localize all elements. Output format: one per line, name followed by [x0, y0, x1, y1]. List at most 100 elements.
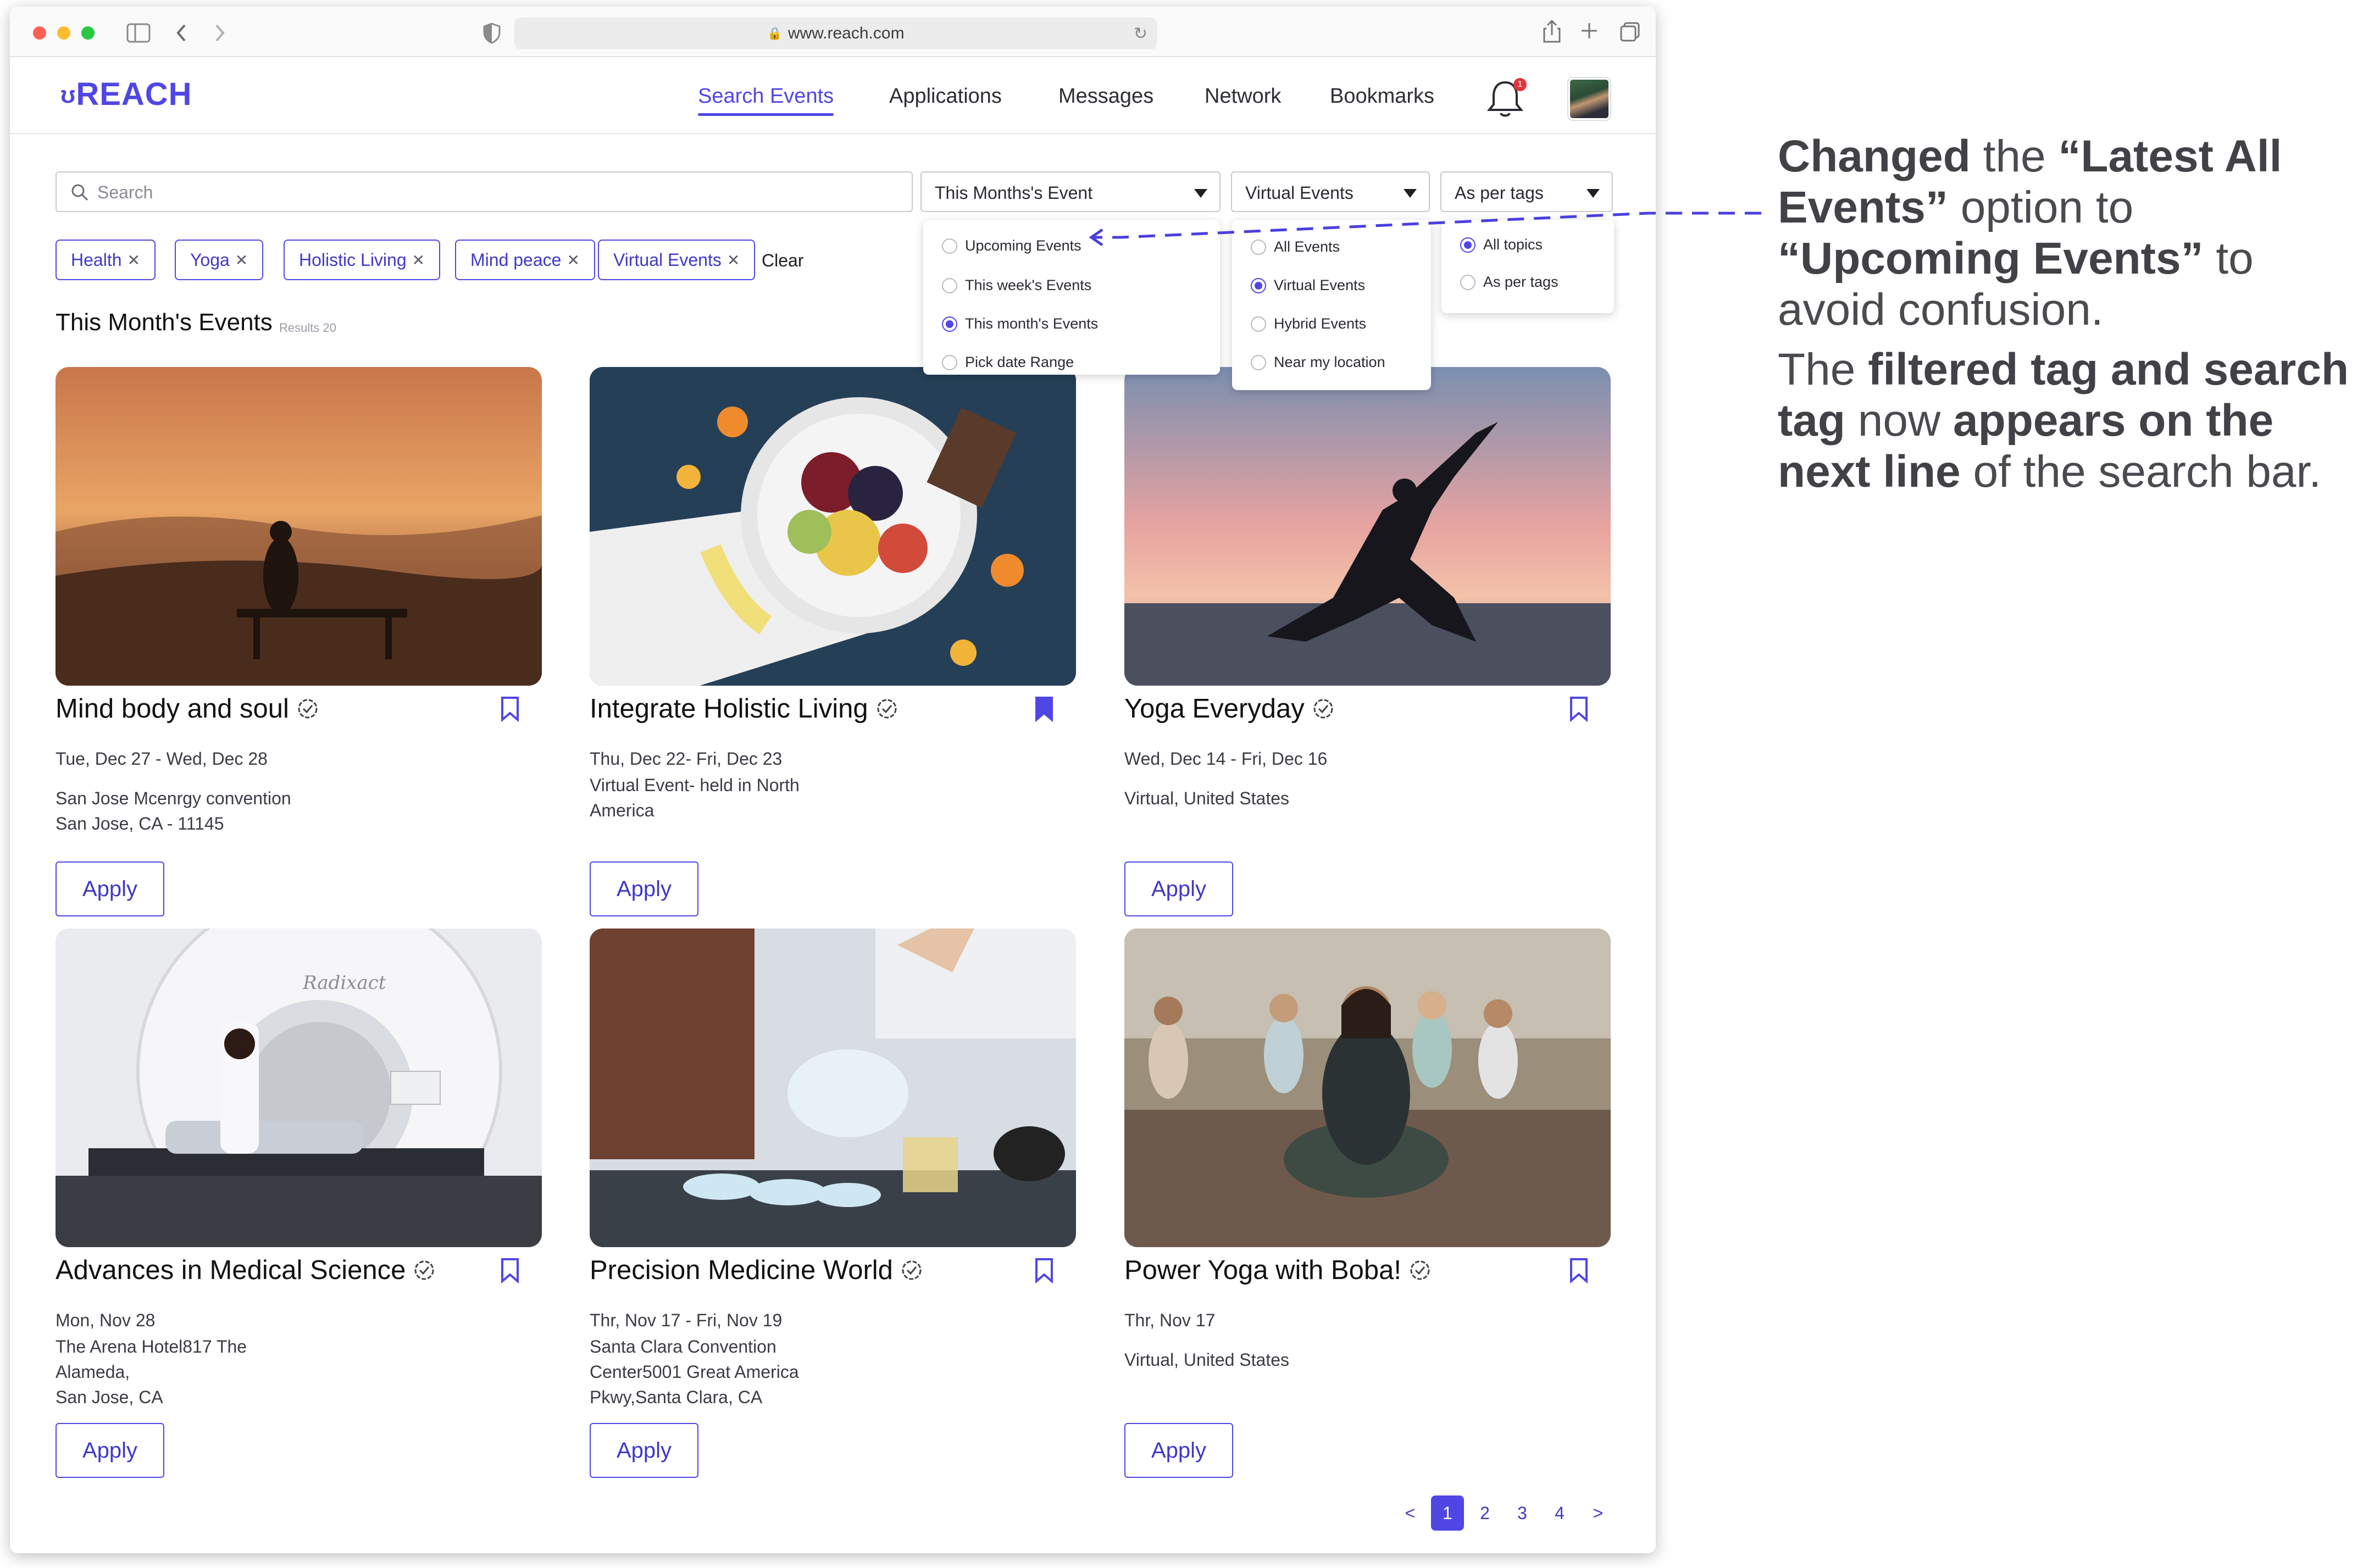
radio-button-selected[interactable]	[1251, 277, 1266, 293]
time-filter-dropdown[interactable]: This Months's Event	[920, 171, 1221, 212]
event-photo-tea-pouring[interactable]	[590, 928, 1076, 1247]
apply-button[interactable]: Apply	[590, 861, 698, 916]
radio-button-selected[interactable]	[1460, 237, 1476, 253]
bookmark-icon[interactable]	[1569, 1257, 1589, 1283]
pagination-page-4[interactable]: 4	[1543, 1495, 1576, 1531]
option-label: Pick date Range	[965, 354, 1074, 370]
event-title-text: Mind body and soul	[56, 694, 289, 724]
bookmark-icon[interactable]	[1034, 1257, 1054, 1283]
filter-tag-mind-peace[interactable]: Mind peace ✕	[455, 240, 595, 280]
apply-button[interactable]: Apply	[1124, 1423, 1233, 1478]
option-this-months-events[interactable]: This month's Events	[942, 315, 1098, 332]
reach-logo[interactable]: ʊREACH	[60, 76, 192, 113]
pagination-prev[interactable]: <	[1394, 1495, 1427, 1531]
maximize-window-button[interactable]	[81, 26, 95, 40]
event-photo-medical-scanner[interactable]: Radixact	[56, 928, 542, 1247]
nav-bookmarks[interactable]: Bookmarks	[1330, 85, 1434, 108]
privacy-shield-icon[interactable]	[482, 22, 501, 44]
nav-applications[interactable]: Applications	[889, 85, 1002, 108]
event-photo-fruit-bowl[interactable]	[590, 367, 1076, 686]
radio-button[interactable]	[942, 354, 957, 370]
event-date: Thr, Nov 17 - Fri, Nov 19	[590, 1310, 783, 1330]
option-label: As per tags	[1483, 274, 1558, 290]
event-title[interactable]: Mind body and soul	[56, 693, 319, 724]
option-label: Virtual Events	[1274, 277, 1366, 293]
option-pick-date-range[interactable]: Pick date Range	[942, 354, 1074, 371]
mode-filter-dropdown[interactable]: Virtual Events	[1231, 171, 1430, 212]
event-title[interactable]: Integrate Holistic Living	[590, 693, 898, 724]
apply-button[interactable]: Apply	[590, 1423, 698, 1478]
apply-button[interactable]: Apply	[1124, 861, 1233, 916]
filter-tag-virtual-events[interactable]: Virtual Events ✕	[598, 240, 756, 280]
radio-button[interactable]	[942, 277, 957, 293]
radio-button-selected[interactable]	[942, 316, 957, 332]
event-date: Thr, Nov 17	[1124, 1310, 1216, 1330]
option-virtual-events[interactable]: Virtual Events	[1251, 277, 1365, 294]
event-location-line: San Jose, CA - 11145	[56, 814, 224, 833]
nav-search-events[interactable]: Search Events	[698, 85, 834, 116]
nav-messages[interactable]: Messages	[1058, 85, 1153, 108]
remove-tag-icon[interactable]: ✕	[127, 251, 140, 269]
option-all-topics[interactable]: All topics	[1460, 236, 1543, 253]
remove-tag-icon[interactable]: ✕	[567, 251, 579, 269]
bookmark-icon[interactable]	[1569, 696, 1589, 722]
radio-button[interactable]	[1251, 316, 1266, 332]
option-as-per-tags[interactable]: As per tags	[1460, 274, 1558, 291]
pagination-page-2[interactable]: 2	[1468, 1495, 1501, 1531]
share-icon[interactable]	[1542, 19, 1562, 44]
remove-tag-icon[interactable]: ✕	[412, 251, 425, 269]
event-title[interactable]: Advances in Medical Science	[56, 1255, 435, 1286]
event-title[interactable]: Power Yoga with Boba!	[1124, 1255, 1431, 1286]
verified-badge-icon	[414, 1260, 434, 1280]
apply-button[interactable]: Apply	[56, 1423, 164, 1478]
reload-icon[interactable]: ↻	[1134, 24, 1147, 43]
event-card: Mind body and soul Tue, Dec 27 - Wed, De…	[56, 367, 542, 916]
pagination-next[interactable]: >	[1582, 1495, 1615, 1531]
search-input[interactable]: Search	[56, 171, 913, 212]
new-tab-icon[interactable]	[1579, 21, 1599, 41]
user-avatar[interactable]	[1568, 78, 1610, 120]
event-photo-sunset-bench[interactable]	[56, 367, 542, 686]
event-photo-yoga-sunset[interactable]	[1124, 367, 1611, 686]
bookmark-icon[interactable]	[500, 1257, 520, 1283]
event-title[interactable]: Precision Medicine World	[590, 1255, 923, 1286]
nav-network[interactable]: Network	[1205, 85, 1281, 108]
annotation-text: of the search bar.	[1960, 447, 2322, 497]
option-upcoming-events[interactable]: Upcoming Events	[942, 237, 1081, 254]
sidebar-toggle-icon[interactable]	[126, 23, 151, 43]
option-this-weeks-events[interactable]: This week's Events	[942, 277, 1091, 294]
event-location-line: Center5001 Great America	[590, 1362, 799, 1382]
apply-button[interactable]: Apply	[56, 861, 164, 916]
pagination-page-3[interactable]: 3	[1506, 1495, 1539, 1531]
bookmark-filled-icon[interactable]	[1034, 696, 1054, 722]
tags-filter-dropdown[interactable]: As per tags	[1440, 171, 1613, 212]
minimize-window-button[interactable]	[57, 26, 70, 40]
annotation-text: the	[1970, 131, 2059, 181]
filter-tag-holistic-living[interactable]: Holistic Living ✕	[284, 240, 441, 280]
option-near-my-location[interactable]: Near my location	[1251, 354, 1385, 371]
search-icon	[71, 184, 88, 201]
pagination-page-1[interactable]: 1	[1431, 1495, 1464, 1531]
event-title[interactable]: Yoga Everyday	[1124, 693, 1334, 724]
results-count: Results 20	[279, 321, 336, 335]
remove-tag-icon[interactable]: ✕	[727, 251, 740, 269]
event-photo-group-meditation[interactable]	[1124, 928, 1611, 1247]
bookmark-icon[interactable]	[500, 696, 520, 722]
filter-tag-yoga[interactable]: Yoga ✕	[175, 240, 264, 280]
back-icon[interactable]	[175, 23, 188, 43]
radio-button[interactable]	[942, 238, 957, 254]
tab-overview-icon[interactable]	[1619, 21, 1641, 43]
time-filter-menu: Upcoming Events This week's Events This …	[923, 220, 1220, 375]
clear-tags-button[interactable]: Clear	[762, 251, 803, 271]
radio-button[interactable]	[1460, 274, 1476, 290]
remove-tag-icon[interactable]: ✕	[235, 251, 248, 269]
close-window-button[interactable]	[33, 26, 46, 40]
radio-button[interactable]	[1251, 354, 1266, 370]
radio-button[interactable]	[1251, 239, 1266, 255]
filter-tag-health[interactable]: Health ✕	[56, 240, 156, 280]
address-bar[interactable]: 🔒 www.reach.com ↻	[514, 18, 1157, 49]
forward-icon[interactable]	[213, 23, 226, 43]
option-all-events[interactable]: All Events	[1251, 238, 1340, 255]
annotation-text: option to	[1948, 182, 2134, 232]
option-hybrid-events[interactable]: Hybrid Events	[1251, 315, 1366, 332]
